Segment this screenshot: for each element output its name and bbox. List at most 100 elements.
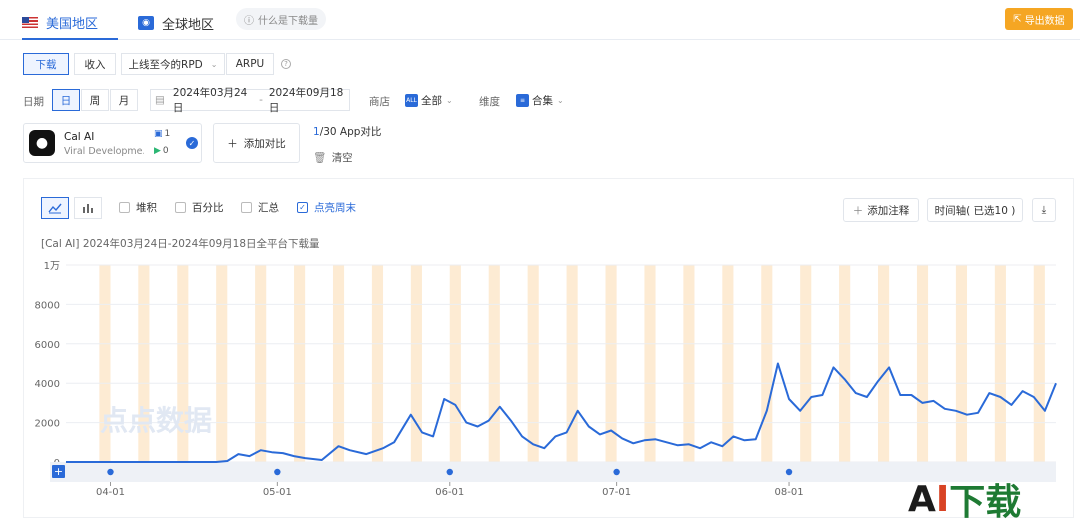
add-annotation-button[interactable]: ＋ 添加注释 [843, 198, 919, 222]
help-label: 什么是下载量 [258, 15, 318, 27]
chevron-down-icon: ⌄ [210, 59, 218, 69]
store-select[interactable]: ALL 全部 ⌄ [405, 89, 453, 111]
weekend-band [644, 265, 656, 462]
us-flag-icon [22, 16, 38, 28]
highlight-weekend-checkbox[interactable]: ✓ 点亮周末 [297, 200, 356, 215]
checkbox-icon [175, 202, 186, 213]
download-line-chart: 020004000600080001万+04-0105-0106-0107-01… [35, 261, 1057, 498]
summary-label: 汇总 [258, 202, 279, 214]
add-annotation-label: 添加注释 [867, 204, 910, 217]
checkbox-checked-icon: ✓ [297, 202, 308, 213]
x-tick-label: 06-01 [435, 487, 464, 498]
metric-rpd-label: 上线至今的RPD [128, 58, 203, 71]
metric-revenue[interactable]: 收入 [74, 53, 116, 75]
percentage-label: 百分比 [192, 202, 224, 214]
tab-global-label: 全球地区 [162, 17, 215, 33]
calendar-icon: ▤ [155, 94, 165, 106]
date-end: 2024年09月18日 [268, 87, 344, 114]
metric-downloads-label: 下载 [35, 58, 57, 71]
stacked-label: 堆积 [136, 202, 157, 214]
chevron-down-icon: ⌄ [446, 95, 453, 105]
export-label: 导出数据 [1024, 15, 1065, 27]
x-tick-label: 07-01 [602, 487, 631, 498]
corner-logo: A I 下载 [908, 473, 1021, 522]
plus-icon: ＋ [852, 204, 864, 217]
download-chart-button[interactable]: ⤓ [1032, 198, 1056, 222]
x-tick-label: 04-01 [96, 487, 125, 498]
weekend-band [800, 265, 812, 462]
app-card[interactable]: ● Cal AI Viral Developme... ▣ 1 ▶ 0 ✓ [23, 123, 202, 163]
granularity-day[interactable]: 日 [52, 89, 80, 111]
date-label: 日期 [23, 96, 44, 108]
tab-us-label: 美国地区 [46, 16, 99, 32]
weekend-band [255, 265, 267, 462]
dimension-label: 维度 [479, 96, 500, 108]
download-series-line [66, 362, 1057, 463]
x-tick-label: 05-01 [263, 487, 292, 498]
granularity-week-label: 周 [89, 94, 101, 107]
android-count-value: 0 [162, 146, 169, 156]
metric-rpd-select[interactable]: 上线至今的RPD ⌄ [121, 53, 225, 75]
stacked-checkbox[interactable]: 堆积 [119, 200, 157, 215]
granularity-week[interactable]: 周 [81, 89, 109, 111]
timeline-band [50, 462, 1056, 482]
line-chart-icon [48, 203, 62, 214]
chevron-down-icon: ⌄ [557, 95, 564, 105]
corner-logo-a: A [908, 478, 936, 520]
weekend-band [683, 265, 695, 462]
summary-checkbox[interactable]: 汇总 [241, 200, 279, 215]
bar-chart-toggle[interactable] [74, 197, 102, 219]
add-compare-button[interactable]: ＋ 添加对比 [213, 123, 300, 163]
export-data-button[interactable]: ⇱ 导出数据 [1005, 8, 1073, 30]
line-chart-toggle[interactable] [41, 197, 69, 219]
timeline-button[interactable]: 时间轴( 已选10 ) [927, 198, 1023, 222]
granularity-month[interactable]: 月 [110, 89, 138, 111]
timeline-event-dot [107, 468, 114, 476]
corner-logo-i: I [935, 478, 950, 520]
date-range-picker[interactable]: ▤ 2024年03月24日 - 2024年09月18日 [150, 87, 350, 114]
date-separator: - [259, 94, 263, 106]
metric-downloads[interactable]: 下载 [23, 53, 69, 75]
selected-check-icon: ✓ [186, 137, 198, 149]
weekend-band [761, 265, 773, 462]
chart-title: [Cal AI] 2024年03月24日-2024年09月18日全平台下载量 [41, 238, 320, 250]
checkbox-icon [119, 202, 130, 213]
store-value: 全部 [421, 94, 442, 107]
granularity-month-label: 月 [118, 94, 130, 107]
weekend-band [916, 265, 929, 462]
ios-count: ▣ 1 [154, 129, 170, 139]
weekend-band [722, 265, 734, 462]
percentage-checkbox[interactable]: 百分比 [175, 200, 224, 215]
y-tick-label: 4000 [35, 379, 60, 390]
what-is-downloads-link[interactable]: ⓘ 什么是下载量 [236, 8, 326, 30]
weekend-band [410, 265, 422, 462]
metric-revenue-label: 收入 [84, 58, 106, 71]
metric-arpu-label: ARPU [235, 58, 265, 70]
date-start: 2024年03月24日 [172, 87, 248, 114]
weekend-band [1033, 265, 1045, 462]
checkbox-icon [241, 202, 252, 213]
weekend-band [332, 265, 345, 462]
help-icon[interactable]: ? [281, 59, 291, 69]
add-compare-label: 添加对比 [243, 137, 286, 150]
metric-arpu[interactable]: ARPU [226, 53, 274, 75]
compare-count-current: 1 [313, 126, 320, 138]
app-store-icon: ▣ [154, 129, 163, 139]
dimension-select[interactable]: ≡ 合集 ⌄ [516, 89, 564, 111]
timeline-event-dot [446, 468, 453, 476]
corner-logo-cn: 下载 [949, 482, 1022, 522]
dimension-value: 合集 [532, 94, 553, 107]
app-developer: Viral Developme... [64, 146, 144, 157]
clear-button[interactable]: 🗑 清空 [313, 150, 353, 165]
android-count: ▶ 0 [154, 146, 169, 156]
weekend-band [994, 265, 1006, 462]
tab-us-region[interactable]: 美国地区 [22, 6, 118, 40]
tab-global-region[interactable]: ◉ 全球地区 [138, 6, 214, 40]
timeline-event-dot [274, 468, 281, 476]
bar-chart-icon [83, 204, 93, 213]
clear-label: 清空 [331, 152, 353, 164]
question-icon: ⓘ [244, 15, 254, 27]
y-tick-label: 6000 [35, 340, 60, 351]
timeline-event-dot [785, 468, 793, 476]
weekend-band [449, 265, 461, 462]
